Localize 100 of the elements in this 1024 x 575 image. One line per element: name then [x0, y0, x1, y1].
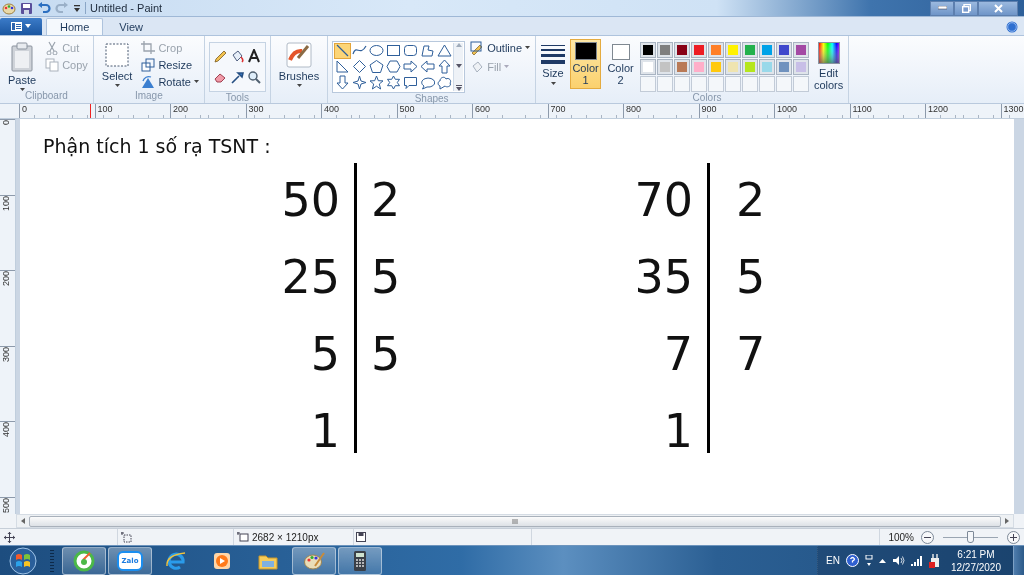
shape-button[interactable]	[368, 42, 386, 59]
prime-factor: 2	[371, 172, 401, 230]
help-icon[interactable]	[845, 554, 859, 567]
shape-button[interactable]	[402, 42, 420, 59]
cursor-position-icon	[4, 531, 15, 543]
scissors-icon	[45, 40, 60, 55]
group-label: Tools	[225, 91, 249, 104]
save-icon[interactable]	[20, 1, 33, 15]
ruler-mark: 300	[0, 346, 12, 362]
five-point-star-shape-icon	[369, 75, 385, 91]
clock-date: 12/27/2020	[950, 560, 1001, 574]
paint-app-icon[interactable]	[2, 1, 16, 16]
shape-button[interactable]	[419, 42, 437, 59]
zoom-slider[interactable]	[943, 531, 998, 544]
globe-e-icon	[165, 549, 187, 572]
start-button[interactable]	[8, 545, 38, 575]
prime-factor: 7	[736, 326, 766, 384]
scroll-up-icon[interactable]	[455, 42, 462, 47]
shape-button[interactable]	[368, 58, 386, 75]
shape-button[interactable]	[334, 42, 352, 59]
size-button[interactable]: Size	[540, 38, 567, 87]
rectangular-callout-shape-icon	[403, 75, 419, 91]
caret-icon	[504, 65, 510, 69]
shape-button[interactable]	[402, 58, 420, 75]
caret-icon	[525, 46, 531, 50]
minimize-icon	[937, 6, 947, 11]
ribbon-button[interactable]: Resize	[140, 56, 200, 73]
ribbon-button[interactable]: Rotate	[140, 73, 200, 90]
paste-button[interactable]: Paste	[4, 38, 41, 87]
horizontal-scrollbar[interactable]	[16, 514, 1014, 529]
shape-button[interactable]	[419, 74, 437, 91]
language-indicator[interactable]: EN	[826, 555, 840, 566]
undo-icon[interactable]	[37, 1, 51, 15]
dividend-number: 25	[281, 249, 340, 307]
scroll-down-icon[interactable]	[455, 63, 462, 68]
taskbar-app-button[interactable]	[62, 546, 106, 575]
ribbon-tab[interactable]: Home	[46, 17, 104, 35]
cloud-callout-shape-icon	[437, 75, 453, 91]
scrollbar-thumb[interactable]	[29, 515, 1001, 527]
dividend-number: 5	[310, 326, 340, 384]
shape-button[interactable]	[436, 74, 454, 91]
shape-button[interactable]	[385, 42, 403, 59]
polygon-shape-icon	[420, 43, 436, 59]
leaf-logo-icon	[73, 549, 95, 572]
outline-button[interactable]: Outline	[469, 39, 532, 56]
plus-icon	[1010, 533, 1017, 541]
scroll-left-icon[interactable]	[21, 518, 25, 525]
canvas-size-icon	[237, 531, 249, 543]
dashed-rectangle-icon	[104, 41, 131, 68]
shape-button[interactable]	[436, 42, 454, 59]
clock-time: 6:21 PM	[957, 547, 995, 561]
zoom-out-button[interactable]	[921, 530, 934, 544]
oval-shape-icon	[369, 43, 385, 59]
up-arrow-shape-icon	[437, 59, 453, 75]
scroll-right-icon[interactable]	[1005, 518, 1009, 525]
magnifier-tool[interactable]	[245, 68, 263, 86]
taskbar-app-button[interactable]	[292, 546, 336, 575]
clock[interactable]: 6:21 PM 12/27/2020	[950, 547, 1001, 574]
restore-button[interactable]	[954, 0, 978, 16]
edit-colors-button[interactable]: Edit colors	[813, 38, 845, 89]
file-menu-button[interactable]	[0, 17, 42, 35]
shape-button[interactable]	[385, 58, 403, 75]
shape-button[interactable]	[351, 58, 369, 75]
shape-button[interactable]	[334, 74, 352, 91]
shape-button[interactable]	[385, 74, 403, 91]
text-tool[interactable]	[245, 47, 263, 65]
signal-bars-icon[interactable]	[910, 555, 923, 566]
right-arrow-shape-icon	[403, 59, 419, 75]
shape-button[interactable]	[351, 74, 369, 91]
group-label: Colors	[692, 91, 722, 104]
power-plug-icon[interactable]	[928, 553, 941, 568]
shape-button[interactable]	[402, 74, 420, 91]
caret-icon	[550, 81, 556, 85]
ribbon-tab[interactable]: View	[105, 17, 157, 35]
customize-dropdown-icon[interactable]	[73, 3, 81, 13]
select-button[interactable]: Select	[97, 38, 137, 87]
right-triangle-shape-icon	[335, 59, 351, 75]
color-button[interactable]: Color 2	[605, 38, 637, 89]
close-button[interactable]	[978, 0, 1018, 16]
slider-thumb[interactable]	[967, 531, 974, 544]
ruler-mark: 500	[0, 497, 12, 513]
brushes-button[interactable]: Brushes	[274, 38, 324, 87]
restore-icon	[961, 3, 971, 13]
shape-button[interactable]	[419, 58, 437, 75]
ruler-mark: 100	[0, 195, 12, 211]
help-icon[interactable]	[1006, 20, 1018, 33]
canvas-dimensions: 2682 × 1210px	[252, 531, 319, 543]
left-arrow-shape-icon	[420, 59, 436, 75]
dividend-number: 1	[663, 403, 693, 461]
heading-text: Phận tích 1 số rạ TSNT :	[43, 135, 271, 158]
speaker-icon[interactable]	[891, 555, 905, 566]
color-button[interactable]: Color 1	[570, 38, 602, 89]
expand-icon[interactable]	[455, 84, 462, 91]
shape-button[interactable]	[436, 58, 454, 75]
minimize-button[interactable]	[930, 0, 954, 16]
zoom-in-button[interactable]	[1007, 530, 1020, 544]
show-hidden-icons[interactable]	[878, 558, 886, 563]
shape-button[interactable]	[368, 74, 386, 91]
ruler-mark: 1300	[1000, 103, 1024, 119]
taskbar-app-button[interactable]	[338, 546, 382, 575]
